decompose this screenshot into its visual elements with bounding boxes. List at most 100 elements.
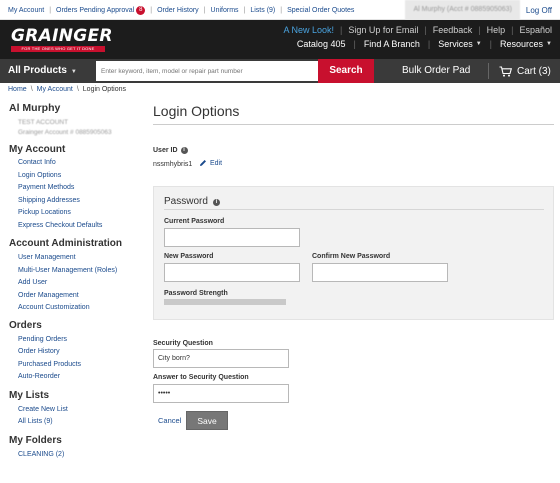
- divider: |: [203, 7, 206, 14]
- divider: |: [340, 25, 343, 35]
- sidebar-item-purchased-products[interactable]: Purchased Products: [18, 359, 144, 372]
- breadcrumb-my-account[interactable]: My Account: [37, 86, 73, 93]
- grainger-logo[interactable]: GRAINGER FOR THE ONES WHO GET IT DONE: [11, 26, 113, 52]
- logo-wordmark: GRAINGER: [11, 26, 113, 46]
- sidebar-item-pickup-locations[interactable]: Pickup Locations: [18, 207, 144, 220]
- sidebar-item-add-user[interactable]: Add User: [18, 277, 144, 290]
- divider: |: [280, 7, 283, 14]
- security-question-field[interactable]: [153, 349, 289, 368]
- divider: |: [427, 39, 431, 49]
- header-top-links: A New Look! | Sign Up for Email | Feedba…: [277, 25, 552, 35]
- account-type: TEST ACCOUNT: [18, 119, 69, 126]
- divider: |: [478, 25, 481, 35]
- password-title: Password: [164, 196, 208, 207]
- services-menu[interactable]: Services ▼: [438, 39, 481, 49]
- bulk-order-pad-link[interactable]: Bulk Order Pad: [402, 59, 470, 83]
- cancel-link[interactable]: Cancel: [158, 416, 181, 425]
- divider: |: [489, 39, 493, 49]
- util-link-orders-pending[interactable]: Orders Pending Approval: [56, 7, 134, 14]
- breadcrumb: Home \ My Account \ Login Options: [8, 86, 126, 93]
- breadcrumb-separator: \: [76, 86, 79, 93]
- user-id-label: User ID: [153, 147, 178, 154]
- divider: [488, 63, 489, 79]
- util-link-my-account[interactable]: My Account: [8, 7, 44, 14]
- util-link-uniforms[interactable]: Uniforms: [211, 7, 239, 14]
- divider: |: [353, 39, 356, 49]
- password-strength-label: Password Strength: [164, 290, 228, 297]
- sidebar-item-pending-orders[interactable]: Pending Orders: [18, 334, 144, 347]
- logo-tagline: FOR THE ONES WHO GET IT DONE: [11, 46, 105, 52]
- divider: [153, 124, 554, 125]
- page-title: Login Options: [153, 103, 240, 119]
- confirm-password-field[interactable]: [312, 263, 448, 282]
- cart-label: Cart (3): [517, 65, 551, 77]
- info-icon[interactable]: i: [180, 147, 188, 154]
- resources-menu[interactable]: Resources ▼: [500, 39, 552, 49]
- help-link[interactable]: Help: [487, 25, 506, 35]
- sidebar-item-user-management[interactable]: User Management: [18, 252, 144, 265]
- breadcrumb-current: Login Options: [82, 86, 126, 93]
- account-sidebar: Al Murphy TEST ACCOUNT Grainger Account …: [9, 102, 144, 461]
- sign-up-email-link[interactable]: Sign Up for Email: [348, 25, 418, 35]
- new-password-field[interactable]: [164, 263, 300, 282]
- all-products-menu[interactable]: All Products ▼: [8, 59, 77, 83]
- account-label[interactable]: Al Murphy (Acct # 0885905063): [405, 0, 520, 20]
- cart-link[interactable]: Cart (3): [499, 59, 551, 83]
- chevron-down-icon: ▼: [546, 41, 552, 47]
- find-branch-link[interactable]: Find A Branch: [364, 39, 420, 49]
- util-link-special-order-quotes[interactable]: Special Order Quotes: [287, 7, 354, 14]
- account-number: Grainger Account # 0885905063: [18, 129, 112, 136]
- new-password-label: New Password: [164, 253, 214, 260]
- sidebar-item-express-checkout[interactable]: Express Checkout Defaults: [18, 220, 144, 233]
- sidebar-item-all-lists[interactable]: All Lists (9): [18, 416, 144, 429]
- cart-icon: [499, 65, 512, 77]
- confirm-password-label: Confirm New Password: [312, 253, 391, 260]
- current-password-label: Current Password: [164, 218, 225, 225]
- header-main-links: Catalog 405 | Find A Branch | Services ▼ …: [289, 39, 552, 49]
- search-nav: All Products▼ Search Bulk Order Pad Cart…: [0, 59, 560, 83]
- chevron-down-icon: ▼: [475, 41, 482, 47]
- security-question-label: Security Question: [153, 340, 213, 347]
- save-button[interactable]: Save: [186, 411, 228, 430]
- resources-label: Resources: [500, 39, 544, 49]
- edit-user-id-link[interactable]: Edit: [199, 159, 222, 167]
- pending-count-badge: 8: [136, 6, 146, 15]
- all-products-label: All Products: [8, 65, 67, 76]
- search-button[interactable]: Search: [318, 59, 374, 83]
- log-off-link[interactable]: Log Off: [520, 6, 560, 15]
- sidebar-item-multi-user-management[interactable]: Multi-User Management (Roles): [18, 265, 144, 278]
- divider: [164, 209, 544, 210]
- sidebar-item-login-options[interactable]: Login Options: [18, 170, 144, 183]
- search-input[interactable]: [96, 61, 318, 81]
- sidebar-item-auto-reorder[interactable]: Auto-Reorder: [18, 371, 144, 384]
- utility-bar: My Account | Orders Pending Approval 8 |…: [0, 0, 560, 20]
- sidebar-item-order-management[interactable]: Order Management: [18, 290, 144, 303]
- feedback-link[interactable]: Feedback: [433, 25, 473, 35]
- current-password-field[interactable]: [164, 228, 300, 247]
- sidebar-item-shipping-addresses[interactable]: Shipping Addresses: [18, 195, 144, 208]
- sidebar-item-account-customization[interactable]: Account Customization: [18, 302, 144, 315]
- util-link-lists[interactable]: Lists (9): [250, 7, 275, 14]
- catalog-link[interactable]: Catalog 405: [297, 39, 346, 49]
- breadcrumb-home[interactable]: Home: [8, 86, 27, 93]
- section-my-lists: My Lists: [9, 389, 50, 401]
- section-my-folders: My Folders: [9, 434, 62, 446]
- security-answer-field[interactable]: [153, 384, 289, 403]
- services-label: Services: [438, 39, 473, 49]
- divider: |: [49, 7, 52, 14]
- util-link-order-history[interactable]: Order History: [157, 7, 199, 14]
- section-orders: Orders: [9, 319, 42, 331]
- edit-label: Edit: [210, 159, 223, 167]
- security-answer-label: Answer to Security Question: [153, 374, 249, 381]
- new-look-link[interactable]: A New Look!: [283, 25, 334, 35]
- user-name: Al Murphy: [9, 102, 61, 114]
- sidebar-item-order-history[interactable]: Order History: [18, 346, 144, 359]
- sidebar-item-create-new-list[interactable]: Create New List: [18, 404, 144, 417]
- sidebar-item-contact-info[interactable]: Contact Info: [18, 157, 144, 170]
- info-icon[interactable]: i: [212, 199, 220, 206]
- espanol-link[interactable]: Español: [519, 25, 552, 35]
- chevron-down-icon: ▼: [70, 69, 77, 75]
- breadcrumb-separator: \: [30, 86, 33, 93]
- sidebar-item-payment-methods[interactable]: Payment Methods: [18, 182, 144, 195]
- sidebar-item-folder-cleaning[interactable]: CLEANING (2): [18, 449, 144, 462]
